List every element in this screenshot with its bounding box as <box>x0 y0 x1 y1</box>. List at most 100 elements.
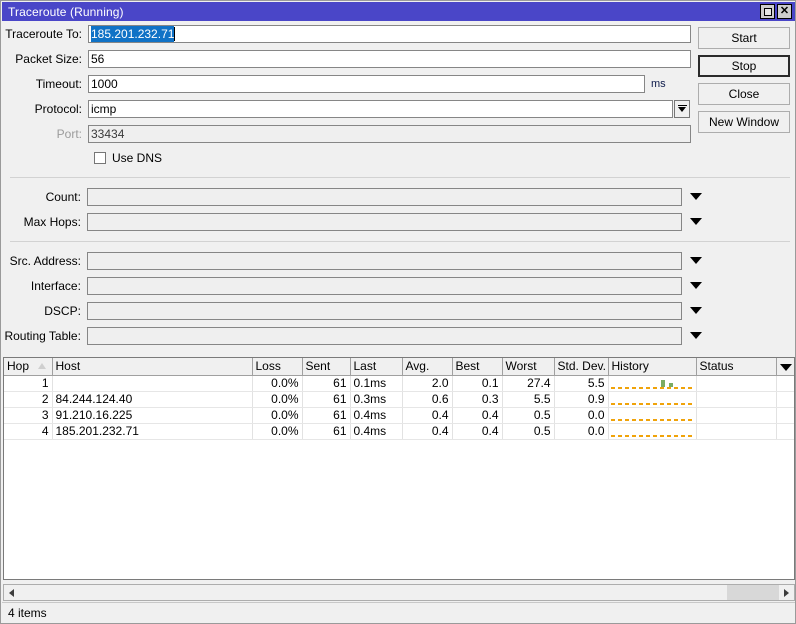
traceroute-to-label: Traceroute To: <box>5 26 82 41</box>
traceroute-to-value: 185.201.232.71 <box>91 25 175 42</box>
item-count-label: 4 items <box>8 606 47 620</box>
dscp-label: DSCP: <box>44 303 81 318</box>
column-header-sent[interactable]: Sent <box>302 358 351 376</box>
traceroute-window: Traceroute (Running) ✕ Start Stop Close … <box>0 0 796 624</box>
column-header-best[interactable]: Best <box>452 358 503 376</box>
column-header-stddev[interactable]: Std. Dev. <box>554 358 609 376</box>
column-header-loss[interactable]: Loss <box>252 358 303 376</box>
cell-status <box>696 407 777 424</box>
cell-sent: 61 <box>302 407 351 424</box>
cell-status <box>696 391 777 408</box>
column-header-history[interactable]: History <box>608 358 697 376</box>
count-label: Count: <box>45 189 81 204</box>
protocol-input[interactable]: icmp <box>88 99 673 118</box>
src-address-input[interactable] <box>86 251 682 270</box>
cell-hop: 1 <box>4 375 53 392</box>
cell-worst: 27.4 <box>502 375 555 392</box>
src-address-label: Src. Address: <box>9 253 81 268</box>
row-use-dns: Use DNS <box>2 146 702 170</box>
interface-dropdown-icon[interactable] <box>690 282 702 289</box>
maximize-icon[interactable] <box>760 4 775 19</box>
port-label: Port: <box>56 126 82 141</box>
row-timeout: Timeout: 1000 ms <box>2 71 702 96</box>
new-window-button[interactable]: New Window <box>698 111 790 133</box>
cell-loss: 0.0% <box>252 391 303 408</box>
start-button[interactable]: Start <box>698 27 790 49</box>
stop-button[interactable]: Stop <box>698 55 790 77</box>
cell-hop: 4 <box>4 423 53 440</box>
column-header-worst[interactable]: Worst <box>502 358 555 376</box>
table-row[interactable]: 2 84.244.124.40 0.0% 61 0.3ms 0.6 0.3 5.5 0.9 <box>4 391 794 408</box>
src-address-dropdown-icon[interactable] <box>690 257 702 264</box>
scroll-right-icon[interactable] <box>779 585 794 600</box>
row-traceroute-to: Traceroute To: 185.201.232.71 <box>2 21 702 46</box>
close-icon[interactable]: ✕ <box>777 4 792 19</box>
scroll-left-icon[interactable] <box>4 585 19 600</box>
column-header-status[interactable]: Status <box>696 358 777 376</box>
traceroute-form: Traceroute To: 185.201.232.71 Packet Siz… <box>2 21 790 348</box>
scrollbar-track[interactable] <box>19 585 779 600</box>
cell-worst: 5.5 <box>502 391 555 408</box>
cell-history <box>608 375 697 392</box>
cell-last: 0.4ms <box>350 407 403 424</box>
max-hops-input[interactable] <box>86 212 682 231</box>
table-row[interactable]: 1 0.0% 61 0.1ms 2.0 0.1 27.4 5.5 <box>4 375 794 392</box>
row-routing-table: Routing Table: <box>2 323 702 348</box>
row-protocol: Protocol: icmp <box>2 96 702 121</box>
column-header-avg[interactable]: Avg. <box>402 358 453 376</box>
max-hops-dropdown-icon[interactable] <box>690 218 702 225</box>
routing-table-input[interactable] <box>86 326 682 345</box>
cell-sent: 61 <box>302 391 351 408</box>
row-packet-size: Packet Size: 56 <box>2 46 702 71</box>
results-table: Hop Host Loss Sent Last Avg. Best Worst … <box>3 357 795 580</box>
protocol-dropdown-icon[interactable] <box>674 99 690 118</box>
cell-worst: 0.5 <box>502 407 555 424</box>
cell-loss: 0.0% <box>252 423 303 440</box>
cell-spacer <box>776 407 794 424</box>
use-dns-checkbox[interactable] <box>94 152 106 164</box>
timeout-input[interactable]: 1000 <box>88 74 645 93</box>
cell-last: 0.1ms <box>350 375 403 392</box>
count-input[interactable] <box>86 187 682 206</box>
column-menu-icon[interactable] <box>776 358 794 376</box>
table-row[interactable]: 3 91.210.16.225 0.0% 61 0.4ms 0.4 0.4 0.5 0.0 <box>4 407 794 424</box>
close-button[interactable]: Close <box>698 83 790 105</box>
row-src-address: Src. Address: <box>2 248 702 273</box>
cell-worst: 0.5 <box>502 423 555 440</box>
cell-hop: 2 <box>4 391 53 408</box>
horizontal-scrollbar[interactable] <box>3 584 795 601</box>
cell-history <box>608 423 697 440</box>
column-header-host[interactable]: Host <box>52 358 253 376</box>
cell-avg: 0.6 <box>402 391 453 408</box>
packet-size-input[interactable]: 56 <box>88 49 691 68</box>
sort-ascending-icon <box>37 363 46 369</box>
row-count: Count: <box>2 184 702 209</box>
cell-spacer <box>776 391 794 408</box>
scrollbar-thumb[interactable] <box>727 585 779 600</box>
routing-table-dropdown-icon[interactable] <box>690 332 702 339</box>
cell-spacer <box>776 375 794 392</box>
cell-history <box>608 407 697 424</box>
titlebar-buttons: ✕ <box>760 4 795 19</box>
column-header-hop[interactable]: Hop <box>4 358 53 376</box>
table-body: 1 0.0% 61 0.1ms 2.0 0.1 27.4 5.5 2 84.244.124.40 0… <box>4 375 794 440</box>
column-header-last[interactable]: Last <box>350 358 403 376</box>
dscp-input[interactable] <box>86 301 682 320</box>
titlebar: Traceroute (Running) ✕ <box>2 2 795 21</box>
row-port: Port: 33434 <box>2 121 702 146</box>
count-dropdown-icon[interactable] <box>690 193 702 200</box>
cell-host: 84.244.124.40 <box>52 391 253 408</box>
cell-stddev: 0.9 <box>554 391 609 408</box>
cell-host <box>52 375 253 392</box>
separator-1 <box>10 177 790 178</box>
dscp-dropdown-icon[interactable] <box>690 307 702 314</box>
cell-last: 0.3ms <box>350 391 403 408</box>
cell-status <box>696 423 777 440</box>
table-row[interactable]: 4 185.201.232.71 0.0% 61 0.4ms 0.4 0.4 0.5 0.0 <box>4 423 794 440</box>
interface-input[interactable] <box>86 276 682 295</box>
cell-loss: 0.0% <box>252 407 303 424</box>
cell-stddev: 0.0 <box>554 423 609 440</box>
cell-host: 91.210.16.225 <box>52 407 253 424</box>
separator-2 <box>10 241 790 242</box>
traceroute-to-input[interactable]: 185.201.232.71 <box>88 24 691 43</box>
